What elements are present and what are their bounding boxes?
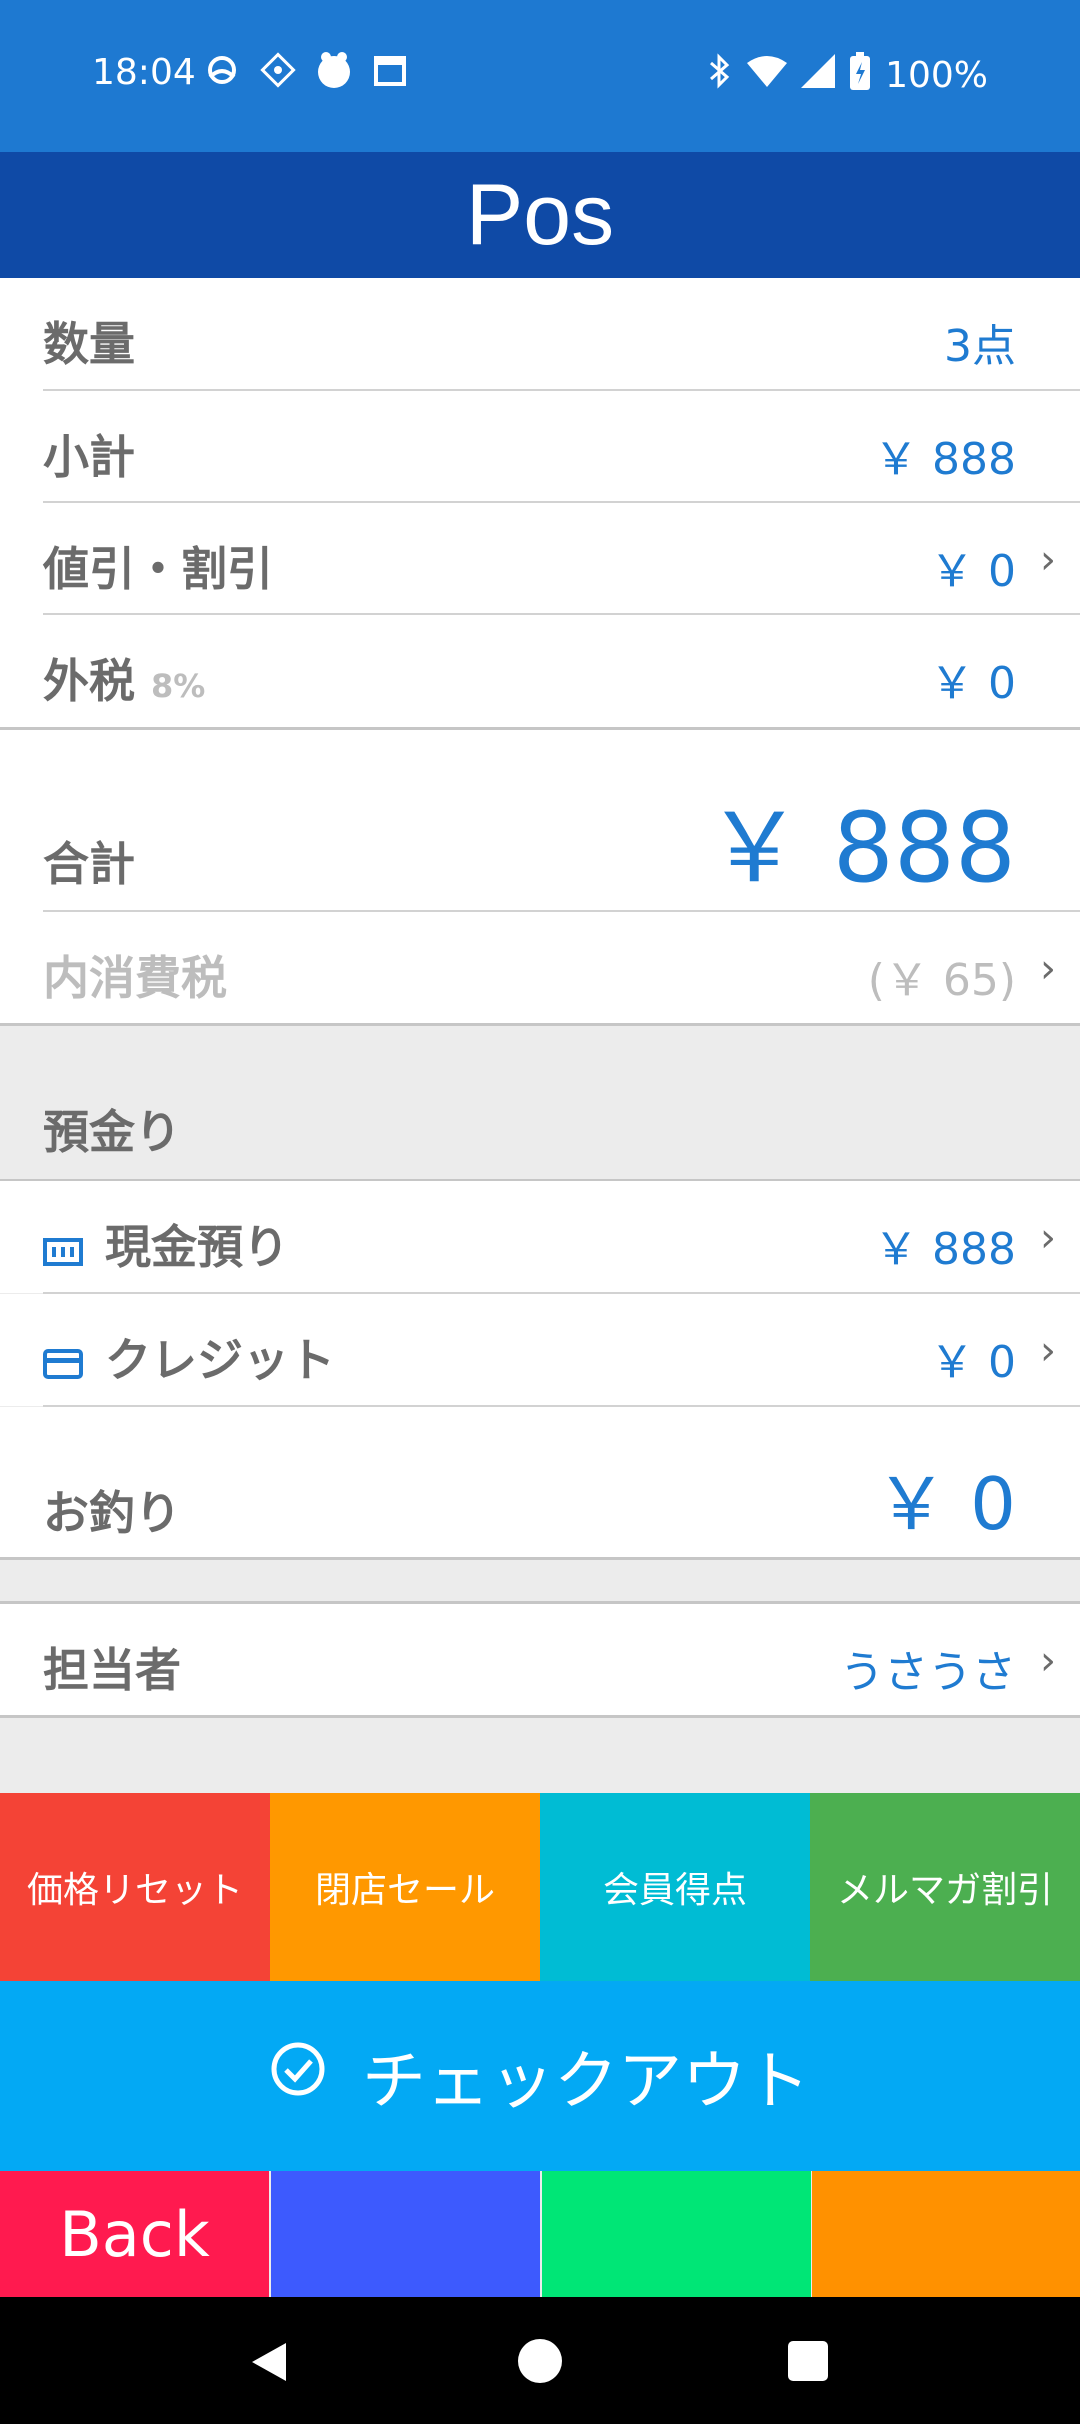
credit-value: ￥ 0 <box>930 1337 1016 1388</box>
tax-row: 外税 8% ￥ 0 <box>0 615 1080 727</box>
newsletter-discount-button[interactable]: メルマガ割引 <box>810 1793 1080 1981</box>
deposit-section-header: 預金り <box>0 1026 1080 1180</box>
bluetooth-icon <box>705 53 733 98</box>
check-circle-icon <box>270 2039 326 2113</box>
status-time: 18:04 <box>92 52 196 93</box>
deposit-header: 預金り <box>43 1105 181 1159</box>
staff-label: 担当者 <box>43 1643 181 1697</box>
price-reset-button[interactable]: 価格リセット <box>0 1793 270 1981</box>
tax-value: ￥ 0 <box>930 658 1016 709</box>
quantity-label: 数量 <box>43 317 135 371</box>
back-button[interactable]: Back <box>0 2171 269 2297</box>
total-value: ￥ 888 <box>706 792 1016 904</box>
app-icon-2 <box>314 50 354 90</box>
chevron-right-icon: › <box>1040 537 1056 583</box>
wifi-icon <box>747 55 788 96</box>
quantity-row: 数量 3点 <box>0 278 1080 391</box>
change-row: お釣り ￥ 0 <box>0 1407 1080 1557</box>
checkout-button[interactable]: チェックアウト <box>0 1981 1080 2171</box>
chevron-right-icon: › <box>1040 1215 1056 1261</box>
orange-action-button[interactable] <box>812 2171 1080 2297</box>
credit-card-icon <box>43 1337 83 1391</box>
tax-label: 外税 <box>43 654 135 708</box>
staff-value: うさうさ <box>840 1647 1016 1698</box>
cash-deposit-value: ￥ 888 <box>874 1224 1016 1275</box>
discount-label: 値引・割引 <box>43 542 273 596</box>
cash-deposit-row[interactable]: 現金預り ￥ 888 › <box>0 1181 1080 1293</box>
subtotal-value: ￥ 888 <box>874 434 1016 485</box>
home-circle-icon[interactable] <box>516 2337 564 2389</box>
inner-tax-label: 内消費税 <box>43 951 227 1005</box>
system-nav-bar <box>0 2297 1080 2424</box>
checkout-label: チェックアウト <box>362 2045 810 2119</box>
blue-action-button[interactable] <box>271 2171 540 2297</box>
signal-icon <box>801 54 836 97</box>
quantity-value: 3点 <box>944 321 1016 372</box>
chevron-right-icon: › <box>1040 946 1056 992</box>
page-title: Pos <box>0 152 1080 278</box>
closing-sale-button[interactable]: 閉店セール <box>270 1793 540 1981</box>
total-label: 合計 <box>43 837 135 891</box>
chevron-right-icon: › <box>1040 1638 1056 1684</box>
inner-tax-value: (￥ 65) <box>867 955 1016 1006</box>
discount-value: ￥ 0 <box>930 546 1016 597</box>
chevron-right-icon: › <box>1040 1328 1056 1374</box>
staff-row[interactable]: 担当者 うさうさ › <box>0 1604 1080 1716</box>
subtotal-row: 小計 ￥ 888 <box>0 391 1080 503</box>
green-action-button[interactable] <box>542 2171 811 2297</box>
weather-icon <box>202 50 242 90</box>
subtotal-label: 小計 <box>43 430 135 484</box>
back-triangle-icon[interactable] <box>246 2339 292 2389</box>
inner-tax-row[interactable]: 内消費税 (￥ 65) › <box>0 912 1080 1024</box>
cash-deposit-label: 現金預り <box>105 1220 289 1274</box>
divider <box>0 1715 1080 1718</box>
app-icon <box>258 50 298 90</box>
calendar-icon <box>370 50 410 90</box>
member-points-button[interactable]: 会員得点 <box>540 1793 810 1981</box>
discount-row[interactable]: 値引・割引 ￥ 0 › <box>0 503 1080 615</box>
battery-icon <box>849 52 871 99</box>
tax-rate: 8% <box>151 667 206 705</box>
battery-percent: 100% <box>885 55 988 96</box>
credit-row[interactable]: クレジット ￥ 0 › <box>0 1294 1080 1406</box>
divider <box>0 1557 1080 1560</box>
credit-label: クレジット <box>105 1333 335 1387</box>
change-value: ￥ 0 <box>875 1462 1016 1546</box>
total-row: 合計 ￥ 888 <box>0 730 1080 912</box>
change-label: お釣り <box>43 1486 181 1540</box>
cash-icon <box>43 1224 83 1278</box>
status-bar: 18:04 100% <box>0 0 1080 152</box>
recents-square-icon[interactable] <box>788 2341 828 2385</box>
